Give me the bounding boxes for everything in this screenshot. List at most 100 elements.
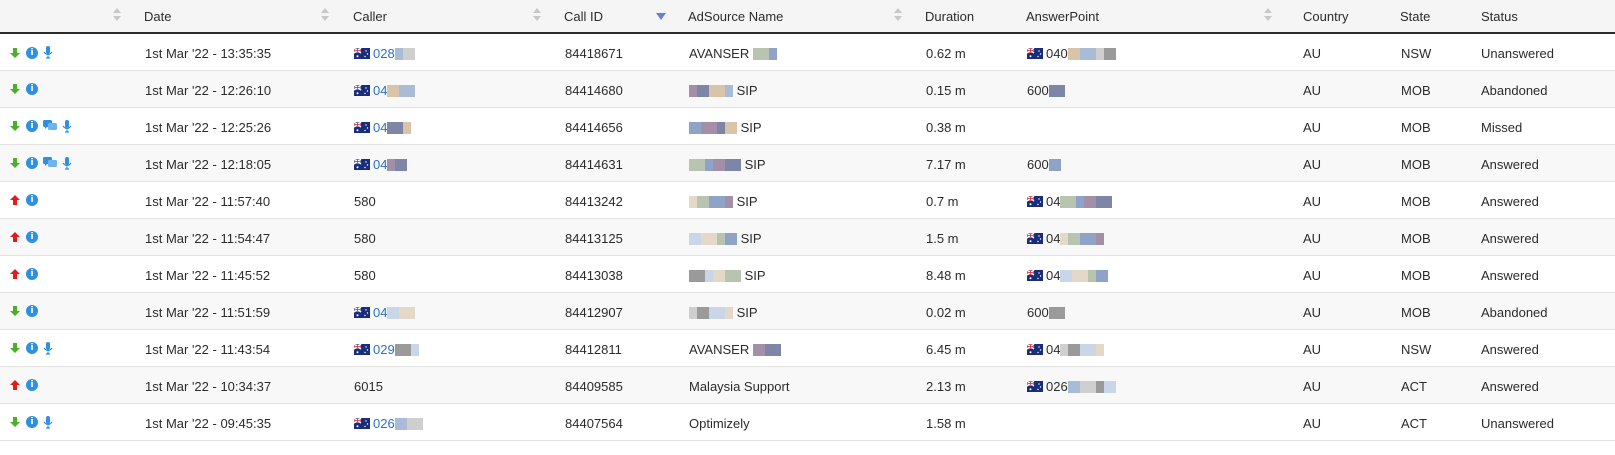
redacted-segment: [713, 158, 725, 171]
inbound-arrow-icon: [10, 343, 20, 353]
australia-flag-icon: [354, 306, 370, 318]
sort-descending-icon[interactable]: [656, 13, 666, 20]
table-row[interactable]: i 1st Mar '22 - 11:54:47 580 84413125 SIP 1.…: [0, 218, 1615, 255]
redacted-segment: [689, 195, 697, 208]
column-label: State: [1400, 9, 1431, 24]
country: AU: [1303, 193, 1322, 209]
redacted-segment: [387, 121, 404, 134]
column-label: Call ID: [564, 9, 604, 24]
adsource-name: SIP: [736, 304, 758, 320]
microphone-icon[interactable]: [62, 156, 72, 170]
inbound-arrow-icon: [10, 417, 20, 427]
redacted-segment: [1067, 48, 1080, 60]
redacted-segment: [752, 343, 765, 356]
caller-number[interactable]: 04: [373, 305, 387, 320]
adsource-cell: SIP: [689, 194, 758, 209]
inbound-arrow-icon: [10, 305, 20, 316]
table-row[interactable]: i 1st Mar '22 - 13:35:35 028 84418671 AVANSE…: [0, 33, 1615, 70]
redacted-segment: [705, 269, 713, 282]
redacted-segment: [697, 306, 709, 319]
info-icon[interactable]: i: [26, 378, 38, 391]
info-icon[interactable]: i: [26, 157, 38, 169]
column-header-answerpoint[interactable]: AnswerPoint: [1008, 0, 1277, 33]
caller-number: 6015: [354, 378, 383, 394]
country: AU: [1303, 156, 1322, 172]
table-row[interactable]: i 1st Mar '22 - 11:45:52 580 84413038 SIP 8.…: [0, 255, 1615, 292]
caller-number[interactable]: 04: [373, 120, 387, 135]
column-header-caller[interactable]: Caller: [334, 0, 546, 33]
table-row[interactable]: i 1st Mar '22 - 12:26:10 04 84414680 SIP 0.1…: [0, 70, 1615, 107]
info-icon[interactable]: i: [26, 46, 38, 59]
caller-number[interactable]: 04: [373, 83, 387, 98]
status: Abandoned: [1481, 82, 1548, 98]
redacted-segment: [752, 48, 769, 60]
redacted-segment: [399, 306, 416, 319]
redacted-segment: [1103, 380, 1116, 393]
sort-icon[interactable]: [533, 6, 541, 24]
redacted-segment: [717, 232, 725, 245]
chat-icon[interactable]: [43, 120, 57, 132]
table-row[interactable]: i 1st Mar '22 - 11:57:40 580 84413242 SIP 0.…: [0, 181, 1615, 218]
column-header-duration[interactable]: Duration: [907, 0, 1008, 33]
column-label: Caller: [353, 9, 387, 24]
adsource-name: SIP: [744, 267, 766, 283]
call-id: 84407564: [565, 415, 623, 431]
info-icon[interactable]: i: [26, 267, 38, 280]
redacted-segment: [1096, 195, 1113, 208]
table-row[interactable]: i 1st Mar '22 - 11:51:59 04 84412907 SIP 0.0…: [0, 292, 1615, 329]
call-log-table: Date Caller Call ID AdSource Name Durati…: [0, 0, 1615, 441]
caller-number[interactable]: 028: [373, 46, 395, 61]
info-icon[interactable]: i: [26, 304, 38, 317]
column-header-status[interactable]: Status: [1455, 0, 1615, 33]
outbound-arrow-icon: [10, 268, 20, 279]
caller-cell: 04: [354, 83, 416, 98]
microphone-icon[interactable]: [62, 119, 72, 133]
info-icon[interactable]: i: [26, 193, 38, 206]
column-header-call-id[interactable]: Call ID: [546, 0, 669, 33]
answerpoint-cell: 040: [1027, 46, 1116, 61]
table-row[interactable]: i 1st Mar '22 - 12:18:05 04 84414631 SIP 7.1…: [0, 144, 1615, 181]
caller-number[interactable]: 026: [373, 416, 395, 431]
info-icon[interactable]: i: [26, 230, 38, 243]
info-icon[interactable]: i: [26, 416, 38, 428]
redacted-segment: [689, 306, 697, 319]
table-row[interactable]: i 1st Mar '22 - 11:43:54 029 84412811 AVANSE…: [0, 329, 1615, 366]
adsource-name: SIP: [744, 156, 766, 172]
table-row[interactable]: i 1st Mar '22 - 09:45:35 026 84407564 Optimi…: [0, 403, 1615, 440]
column-header-country[interactable]: Country: [1277, 0, 1375, 33]
info-icon[interactable]: i: [26, 342, 38, 354]
chat-icon[interactable]: [43, 157, 57, 169]
australia-flag-icon: [1027, 232, 1043, 244]
state: MOB: [1401, 156, 1431, 172]
adsource-name: SIP: [736, 193, 758, 209]
sort-icon[interactable]: [1264, 6, 1272, 24]
microphone-icon[interactable]: [43, 46, 53, 59]
caller-number[interactable]: 029: [373, 342, 395, 357]
column-header-date[interactable]: Date: [125, 0, 334, 33]
column-header-adsource[interactable]: AdSource Name: [669, 0, 907, 33]
redacted-segment: [1079, 380, 1096, 393]
redacted-segment: [764, 343, 781, 356]
table-row[interactable]: i 1st Mar '22 - 10:34:37 6015 84409585 Malay…: [0, 366, 1615, 403]
column-label: Duration: [925, 9, 975, 24]
table-row[interactable]: i 1st Mar '22 - 12:25:26 04 84414656 SIP 0.3…: [0, 107, 1615, 144]
inbound-arrow-icon: [10, 47, 20, 58]
column-header-state[interactable]: State: [1375, 0, 1455, 33]
australia-flag-icon: [354, 343, 370, 355]
sort-icon[interactable]: [894, 6, 902, 24]
adsource-cell: Malaysia Support: [689, 379, 789, 394]
call-date: 1st Mar '22 - 09:45:35: [145, 415, 272, 431]
sort-icon[interactable]: [113, 6, 121, 24]
redacted-segment: [406, 417, 423, 430]
sort-icon[interactable]: [321, 6, 329, 24]
column-header-actions[interactable]: [0, 0, 125, 33]
caller-number: 580: [354, 230, 376, 246]
microphone-icon[interactable]: [43, 341, 53, 355]
info-icon[interactable]: i: [26, 120, 38, 132]
caller-number[interactable]: 04: [373, 157, 387, 172]
microphone-icon[interactable]: [43, 415, 53, 429]
info-icon[interactable]: i: [26, 82, 38, 95]
caller-cell: 6015: [354, 379, 383, 394]
call-id: 84412811: [565, 341, 622, 357]
duration: 0.02 m: [926, 304, 966, 320]
